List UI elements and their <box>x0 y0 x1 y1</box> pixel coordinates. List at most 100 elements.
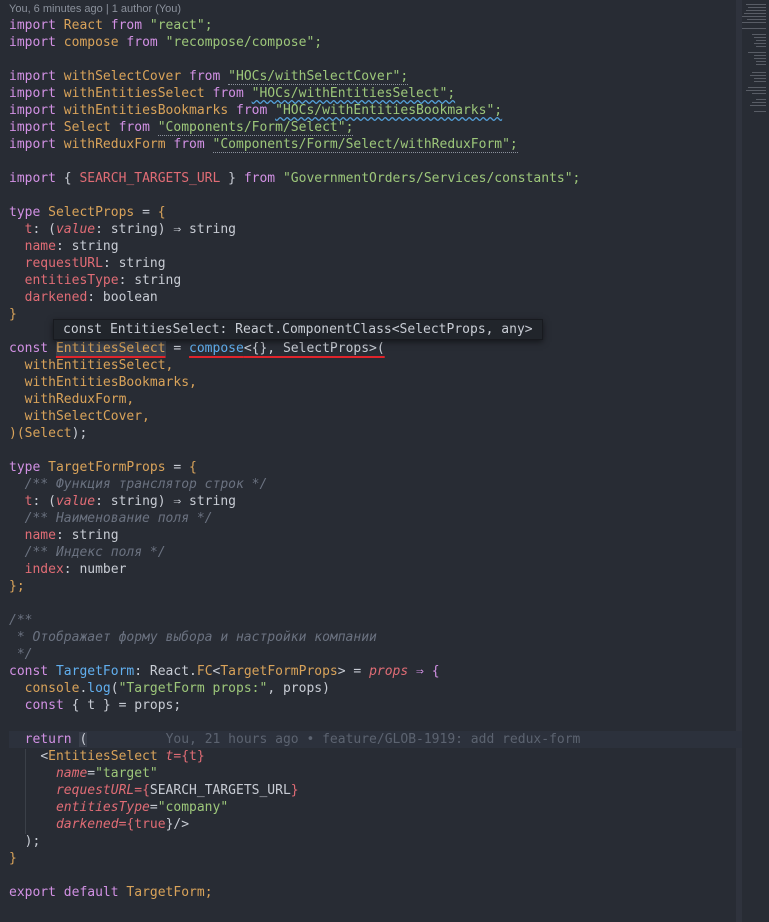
punctuation: ={ <box>173 749 190 764</box>
keyword: import <box>9 86 56 101</box>
string-literal[interactable]: "HOCs/withEntitiesBookmarks"; <box>275 103 502 118</box>
code-line: import withSelectCover from "HOCs/withSe… <box>9 68 744 85</box>
punctuation: : ( <box>32 222 56 237</box>
punctuation: : ( <box>32 494 56 509</box>
keyword: from <box>243 171 276 186</box>
code-line: t: (value: string) ⇒ string <box>9 221 744 238</box>
comment: /** Функция транслятор строк */ <box>24 477 268 492</box>
property: name <box>24 239 56 254</box>
entities-select-identifier[interactable]: EntitiesSelect <box>55 341 166 356</box>
code-line: }; <box>9 578 744 595</box>
punctuation: ); <box>24 834 41 849</box>
code-line-current[interactable]: return ( You, 21 hours ago • feature/GLO… <box>9 731 744 748</box>
punctuation: > = <box>337 664 362 679</box>
keyword: from <box>189 69 221 84</box>
boolean-literal: true <box>134 817 166 832</box>
code-line: requestURL={SEARCH_TARGETS_URL} <box>9 782 744 799</box>
identifier: withReduxForm <box>63 137 166 152</box>
punctuation: { t } = props; <box>71 698 182 713</box>
identifier: console <box>24 681 80 696</box>
code-line: const { t } = props; <box>9 697 744 714</box>
identifier: withReduxForm, <box>24 392 135 407</box>
keyword: default <box>63 885 119 900</box>
code-line: /** Индекс поля */ <box>9 544 744 561</box>
punctuation: = <box>173 341 182 356</box>
jsx-attribute: name <box>55 766 88 781</box>
code-line: withEntitiesSelect, <box>9 357 744 374</box>
punctuation: ={ <box>118 817 135 832</box>
property: name <box>24 528 56 543</box>
code-line: /** Наименование поля */ <box>9 510 744 527</box>
keyword: type <box>9 460 41 475</box>
type-annotation: : string) ⇒ string <box>95 494 236 509</box>
code-line: name: string <box>9 238 744 255</box>
string-literal: "GovernmentOrders/Services/constants"; <box>282 171 581 186</box>
identifier: Select <box>63 120 111 135</box>
punctuation: ); <box>71 426 88 441</box>
keyword: from <box>118 120 150 135</box>
type-name: TargetFormProps <box>48 460 166 475</box>
keyword: import <box>9 171 56 186</box>
type-annotation: : string <box>118 273 182 288</box>
type-annotation: : string) ⇒ string <box>95 222 236 237</box>
code-line: ); <box>9 833 744 850</box>
identifier: withEntitiesSelect <box>63 86 205 101</box>
type-annotation: : number <box>63 562 127 577</box>
indent-guide <box>25 749 26 834</box>
codelens-blame-header[interactable]: You, 6 minutes ago | 1 author (You) <box>9 3 181 15</box>
code-line: requestURL: string <box>9 255 744 272</box>
jsx-attribute: requestURL <box>55 783 135 798</box>
property: index <box>24 562 64 577</box>
code-line: console.log("TargetForm props:", props) <box>9 680 744 697</box>
comment: * Отображает форму выбора и настройки ко… <box>9 630 377 645</box>
minimap[interactable] <box>742 0 769 922</box>
punctuation: }; <box>9 579 25 594</box>
compose-function[interactable]: compose <box>189 341 244 356</box>
keyword: const <box>24 698 64 713</box>
arrow: ⇒ { <box>416 664 440 679</box>
identifier: withEntitiesBookmarks, <box>24 375 197 390</box>
code-line: type TargetFormProps = { <box>9 459 744 476</box>
punctuation: = <box>173 460 182 475</box>
code-editor[interactable]: import React from "react"; import compos… <box>9 17 744 901</box>
property: entitiesType <box>24 273 119 288</box>
comment: /** <box>9 613 33 628</box>
string-literal[interactable]: "HOCs/withEntitiesSelect"; <box>252 86 456 101</box>
identifier: withSelectCover <box>63 69 182 84</box>
function-call: log <box>87 681 111 696</box>
string-literal: "TargetForm props:" <box>118 681 268 696</box>
string-literal: "HOCs/withSelectCover"; <box>228 69 409 85</box>
punctuation: } <box>9 851 17 866</box>
code-line: */ <box>9 646 744 663</box>
code-line: import { SEARCH_TARGETS_URL } from "Gove… <box>9 170 744 187</box>
identifier: SEARCH_TARGETS_URL <box>149 783 291 798</box>
code-line: const TargetForm: React.FC<TargetFormPro… <box>9 663 744 680</box>
code-line: import withReduxForm from "Components/Fo… <box>9 136 744 153</box>
punctuation: } <box>9 307 17 322</box>
keyword: export <box>9 885 56 900</box>
identifier: compose <box>63 35 119 50</box>
punctuation: , props) <box>267 681 330 696</box>
type-name: SelectProps <box>48 205 135 220</box>
keyword: import <box>9 137 56 152</box>
keyword: import <box>9 18 56 33</box>
punctuation: }/> <box>165 817 190 832</box>
code-line: * Отображает форму выбора и настройки ко… <box>9 629 744 646</box>
punctuation: { <box>157 205 166 220</box>
code-line: import React from "react"; <box>9 17 744 34</box>
keyword: from <box>236 103 268 118</box>
code-line: /** Функция транслятор строк */ <box>9 476 744 493</box>
code-line: withEntitiesBookmarks, <box>9 374 744 391</box>
code-line: /** <box>9 612 744 629</box>
string-literal: "Components/Form/Select"; <box>157 120 354 136</box>
keyword: import <box>9 103 56 118</box>
keyword: import <box>9 120 56 135</box>
punctuation: ( <box>110 681 119 696</box>
type-arguments: <{}, SelectProps>( <box>243 341 385 356</box>
function-name: TargetForm <box>55 664 135 679</box>
punctuation: { <box>63 171 72 186</box>
